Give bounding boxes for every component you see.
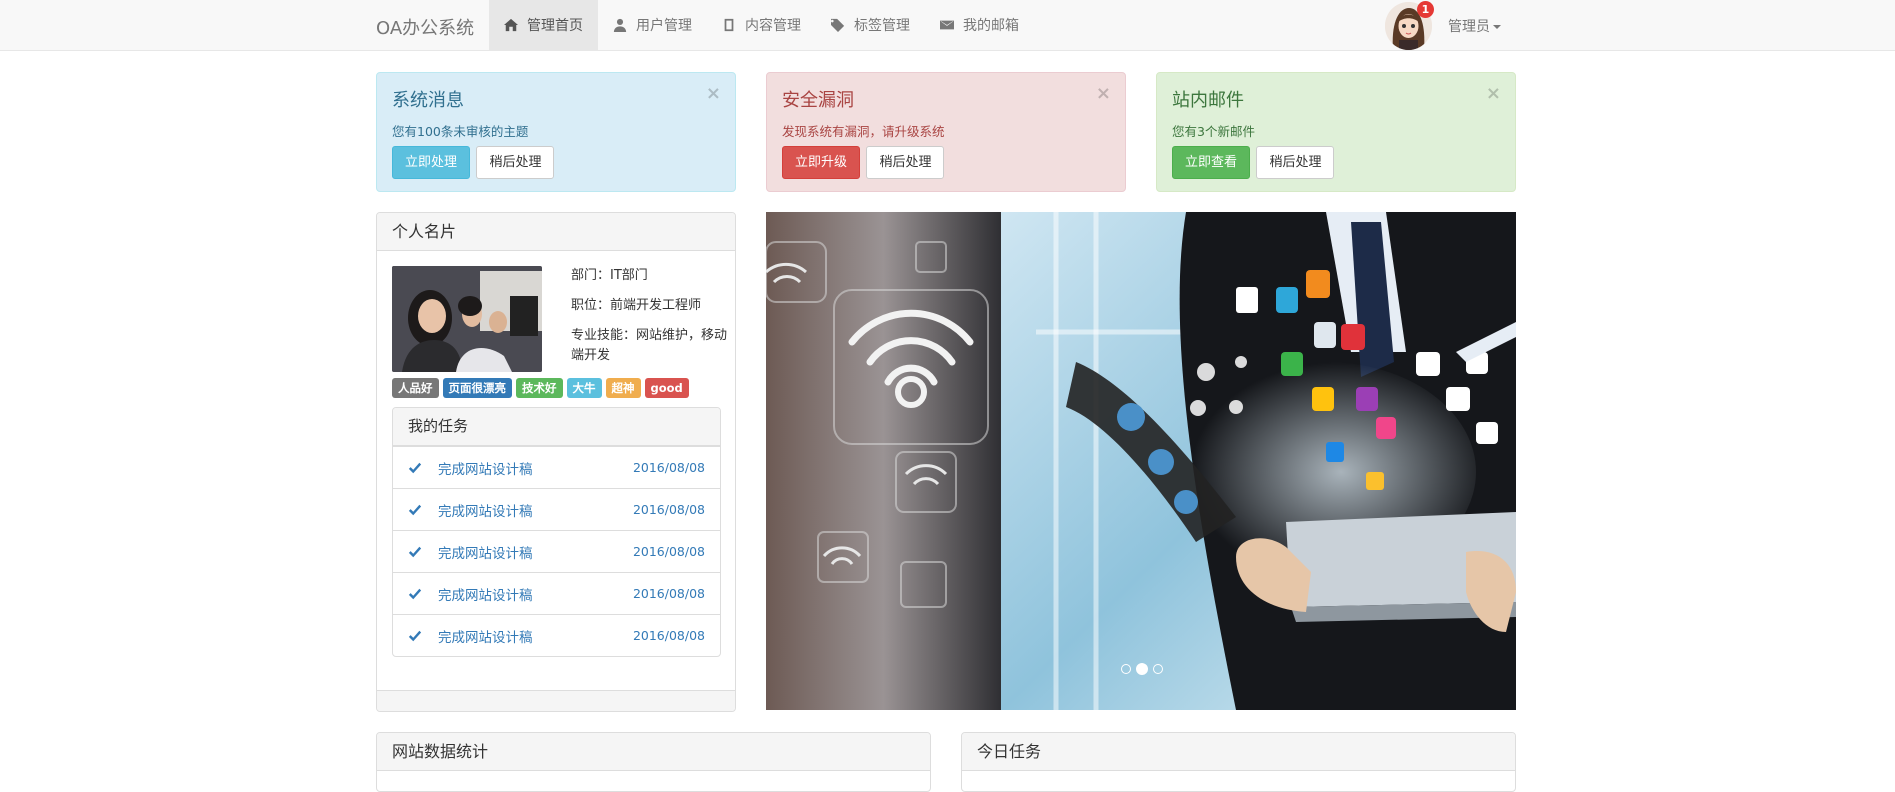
nav-label: 标签管理: [854, 18, 910, 34]
carousel-indicators: [1121, 663, 1163, 675]
skill-labels: 人品好 页面很漂亮 技术好 大牛 超神 good: [392, 378, 689, 398]
task-link[interactable]: 完成网站设计稿: [438, 626, 633, 646]
home-icon: [504, 18, 518, 32]
envelope-icon: [940, 20, 954, 30]
main-nav: 管理首页 用户管理 内容管理 标签管理 我的邮箱: [489, 0, 1034, 50]
today-tasks-title: 今日任务: [962, 733, 1515, 771]
department-text: 部门：IT部门: [571, 268, 648, 283]
alert-security: × 安全漏洞 发现系统有漏洞，请升级系统 立即升级 稍后处理: [766, 72, 1126, 192]
upgrade-now-button[interactable]: 立即升级: [782, 146, 861, 179]
check-icon: [408, 462, 422, 473]
later-button[interactable]: 稍后处理: [1256, 146, 1335, 179]
profile-info: 部门：IT部门 职位：前端开发工程师 专业技能：网站维护，移动端开发: [571, 266, 731, 376]
label-badge: 大牛: [566, 378, 602, 398]
task-item[interactable]: 完成网站设计稿 2016/08/08: [393, 572, 720, 614]
later-button[interactable]: 稍后处理: [866, 146, 945, 179]
nav-item-users[interactable]: 用户管理: [598, 0, 707, 50]
profile-card-title: 个人名片: [377, 213, 735, 251]
label-badge: 超神: [605, 378, 641, 398]
task-date: 2016/08/08: [632, 502, 705, 517]
user-icon: [613, 18, 627, 32]
task-date: 2016/08/08: [632, 460, 705, 475]
my-tasks-title: 我的任务: [393, 408, 720, 446]
task-date: 2016/08/08: [632, 586, 705, 601]
nav-label: 我的邮箱: [963, 18, 1019, 34]
check-icon: [408, 588, 422, 599]
profile-card: 个人名片 部门：IT部门 职位：前端开发工程师 专业技能：网站维护，移动端开发 …: [376, 212, 736, 712]
caret-down-icon: [1493, 25, 1501, 29]
carousel-slide-image: [766, 212, 1516, 710]
image-carousel[interactable]: [766, 212, 1516, 710]
close-icon[interactable]: ×: [1486, 85, 1501, 103]
my-tasks-panel: 我的任务 完成网站设计稿 2016/08/08 完成网站设计稿 2016/08/…: [392, 407, 721, 657]
alert-title: 系统消息: [392, 90, 464, 111]
nav-item-tags[interactable]: 标签管理: [816, 0, 925, 50]
task-item[interactable]: 完成网站设计稿 2016/08/08: [393, 530, 720, 572]
check-icon: [408, 546, 422, 557]
nav-item-home[interactable]: 管理首页: [489, 0, 598, 50]
close-icon[interactable]: ×: [706, 85, 721, 103]
alert-title: 安全漏洞: [782, 90, 854, 111]
nav-label: 内容管理: [745, 18, 801, 34]
alert-system-message: × 系统消息 您有100条未审核的主题 立即处理 稍后处理: [376, 72, 736, 192]
alert-text: 您有100条未审核的主题: [392, 124, 529, 139]
alert-title: 站内邮件: [1172, 90, 1244, 111]
carousel-dot-active[interactable]: [1136, 663, 1148, 675]
task-link[interactable]: 完成网站设计稿: [438, 542, 633, 562]
task-item[interactable]: 完成网站设计稿 2016/08/08: [393, 614, 720, 656]
task-item[interactable]: 完成网站设计稿 2016/08/08: [393, 488, 720, 530]
label-badge: 页面很漂亮: [442, 378, 512, 398]
notification-badge[interactable]: 1: [1417, 1, 1434, 18]
top-navbar: OA办公系统 管理首页 用户管理 内容管理 标签管理 我的邮箱 1 管理员: [0, 0, 1895, 51]
tags-icon: [831, 18, 845, 32]
later-button[interactable]: 稍后处理: [476, 146, 555, 179]
nav-label: 管理首页: [527, 18, 583, 34]
book-icon: [724, 18, 734, 32]
carousel-dot[interactable]: [1153, 664, 1163, 674]
process-now-button[interactable]: 立即处理: [392, 146, 471, 179]
alert-text: 发现系统有漏洞，请升级系统: [782, 124, 945, 139]
alert-mail: × 站内邮件 您有3个新邮件 立即查看 稍后处理: [1156, 72, 1516, 192]
site-stats-panel: 网站数据统计: [376, 732, 931, 792]
profile-card-footer: [377, 690, 735, 711]
nav-item-content[interactable]: 内容管理: [707, 0, 816, 50]
task-link[interactable]: 完成网站设计稿: [438, 500, 633, 520]
user-dropdown[interactable]: 管理员: [1448, 16, 1501, 36]
task-item[interactable]: 完成网站设计稿 2016/08/08: [393, 446, 720, 488]
today-tasks-panel: 今日任务: [961, 732, 1516, 792]
label-badge: 人品好: [392, 378, 439, 398]
view-now-button[interactable]: 立即查看: [1172, 146, 1251, 179]
position-text: 职位：前端开发工程师: [571, 298, 702, 313]
skills-text: 专业技能：网站维护，移动端开发: [571, 328, 728, 363]
label-badge: good: [644, 378, 689, 398]
site-stats-title: 网站数据统计: [377, 733, 930, 771]
task-link[interactable]: 完成网站设计稿: [438, 458, 633, 478]
nav-label: 用户管理: [636, 18, 692, 34]
check-icon: [408, 630, 422, 641]
task-link[interactable]: 完成网站设计稿: [438, 584, 633, 604]
alert-text: 您有3个新邮件: [1172, 124, 1255, 139]
brand-logo[interactable]: OA办公系统: [376, 14, 474, 40]
task-date: 2016/08/08: [632, 544, 705, 559]
task-date: 2016/08/08: [632, 628, 705, 643]
nav-item-mailbox[interactable]: 我的邮箱: [925, 0, 1034, 50]
close-icon[interactable]: ×: [1096, 85, 1111, 103]
label-badge: 技术好: [516, 378, 563, 398]
user-name: 管理员: [1448, 19, 1490, 35]
carousel-dot[interactable]: [1121, 664, 1131, 674]
profile-photo: [392, 266, 542, 372]
check-icon: [408, 504, 422, 515]
